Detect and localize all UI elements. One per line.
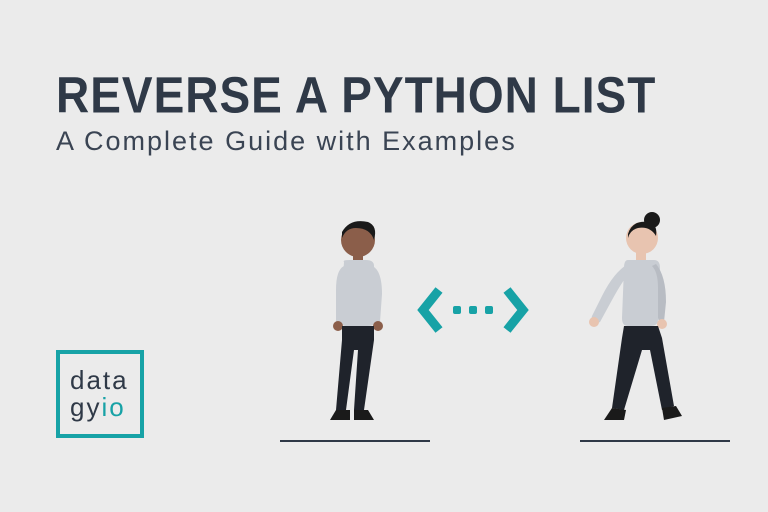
person-left-icon [300,210,410,440]
chevron-right-icon [503,286,531,334]
logo-line2: gyio [70,394,140,421]
page-title: REVERSE A PYTHON LIST [56,65,656,124]
page-subtitle: A Complete Guide with Examples [56,126,517,157]
dots-icon [453,306,493,314]
ground-line-right [580,440,730,442]
hero-illustration [260,200,720,460]
logo-line1: data [70,367,140,394]
brand-logo: data gyio [56,350,144,438]
chevron-left-icon [415,286,443,334]
ground-line-left [280,440,430,442]
person-right-icon [570,210,700,440]
exchange-icon [415,286,531,334]
